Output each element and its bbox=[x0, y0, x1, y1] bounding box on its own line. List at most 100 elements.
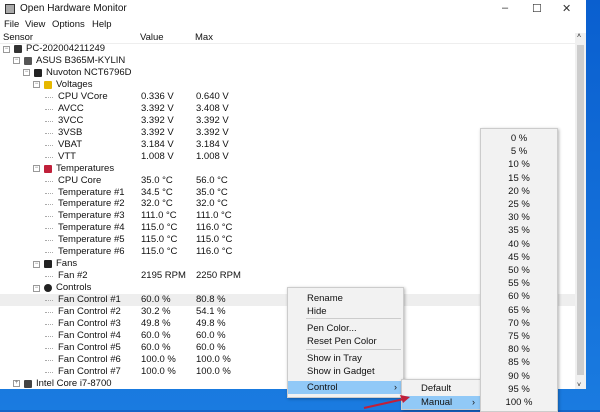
context-menu-item[interactable]: Hide bbox=[288, 305, 403, 318]
tree-row[interactable]: − ASUS B365M-KYLIN bbox=[0, 55, 575, 67]
percent-option[interactable]: 55 % bbox=[481, 277, 557, 290]
tree-label: Temperatures bbox=[56, 162, 115, 174]
tree-connector bbox=[45, 371, 53, 373]
tree-connector bbox=[45, 252, 53, 254]
percent-option[interactable]: 60 % bbox=[481, 290, 557, 303]
tree-label: ASUS B365M-KYLIN bbox=[36, 54, 126, 66]
tree-row[interactable]: CPU VCore 0.336 V 0.640 V bbox=[0, 91, 575, 103]
context-menu-item[interactable]: Show in Tray bbox=[288, 352, 403, 365]
menu-item-label: Show in Gadget bbox=[307, 366, 375, 377]
sensor-value: 115.0 °C bbox=[141, 222, 178, 234]
sensor-value: 60.0 % bbox=[141, 294, 171, 306]
chip-icon bbox=[34, 68, 42, 77]
sensor-name: Fan Control #6 bbox=[58, 353, 121, 365]
sensor-value: 3.392 V bbox=[141, 126, 174, 138]
percent-option[interactable]: 95 % bbox=[481, 383, 557, 396]
context-menu-item[interactable]: Show in Gadget bbox=[288, 365, 403, 378]
menu-item-label: Reset Pen Color bbox=[307, 336, 377, 347]
menu-item-label: Control bbox=[307, 382, 338, 393]
column-max[interactable]: Max bbox=[195, 32, 213, 43]
manual-percent-submenu: 0 % 5 % 10 % 15 % 20 % 25 % 30 % 35 % 40 % 45 % 50… bbox=[480, 128, 558, 412]
sensor-value: 30.2 % bbox=[141, 306, 171, 318]
column-sensor[interactable]: Sensor bbox=[3, 32, 33, 43]
percent-option[interactable]: 20 % bbox=[481, 185, 557, 198]
tree-label: PC-202004211249 bbox=[26, 43, 106, 54]
collapse-icon[interactable]: − bbox=[3, 45, 10, 53]
sensor-max: 3.184 V bbox=[196, 138, 229, 150]
sensor-value: 3.392 V bbox=[141, 102, 174, 114]
sensor-name: 3VCC bbox=[58, 114, 84, 126]
tree-row[interactable]: − Voltages bbox=[0, 79, 575, 91]
sensor-max: 1.008 V bbox=[196, 150, 229, 162]
tree-connector bbox=[45, 336, 53, 338]
tree-label: Controls bbox=[56, 282, 92, 294]
scrollbar-thumb[interactable] bbox=[577, 45, 584, 375]
sensor-name: Temperature #5 bbox=[58, 234, 125, 246]
context-menu-item[interactable]: Pen Color... bbox=[288, 322, 403, 335]
percent-option[interactable]: 15 % bbox=[481, 172, 557, 185]
percent-option[interactable]: 10 % bbox=[481, 158, 557, 171]
control-knob-icon bbox=[44, 284, 52, 293]
percent-option[interactable]: 75 % bbox=[481, 330, 557, 343]
percent-option[interactable]: 80 % bbox=[481, 343, 557, 356]
percent-option[interactable]: 0 % bbox=[481, 132, 557, 145]
sensor-max: 0.640 V bbox=[196, 90, 229, 102]
sensor-max: 115.0 °C bbox=[196, 234, 233, 246]
sensor-name: AVCC bbox=[58, 102, 84, 114]
tree-row[interactable]: − PC-202004211249 bbox=[0, 43, 575, 55]
sensor-value: 0.336 V bbox=[141, 90, 174, 102]
sensor-value: 1.008 V bbox=[141, 150, 174, 162]
minimize-button[interactable]: – bbox=[502, 2, 508, 14]
sensor-name: Temperature #6 bbox=[58, 246, 125, 258]
menu-help[interactable]: Help bbox=[92, 19, 112, 30]
scroll-up-icon[interactable]: ˄ bbox=[577, 33, 581, 40]
percent-option[interactable]: 90 % bbox=[481, 370, 557, 383]
collapse-icon[interactable]: − bbox=[33, 165, 40, 173]
percent-option[interactable]: 100 % bbox=[481, 396, 557, 409]
percent-option[interactable]: 35 % bbox=[481, 224, 557, 237]
menu-file[interactable]: File bbox=[4, 19, 19, 30]
collapse-icon[interactable]: − bbox=[33, 81, 40, 89]
vertical-scrollbar[interactable]: ˄ ˅ bbox=[575, 33, 586, 389]
sensor-name: Fan Control #7 bbox=[58, 365, 121, 377]
tree-connector bbox=[45, 240, 53, 242]
sensor-value: 34.5 °C bbox=[141, 186, 173, 198]
tree-row[interactable]: − Nuvoton NCT6796D bbox=[0, 67, 575, 79]
collapse-icon[interactable]: − bbox=[33, 260, 40, 268]
lightning-icon bbox=[44, 80, 52, 89]
sensor-name: Fan Control #2 bbox=[58, 306, 121, 318]
percent-option[interactable]: 85 % bbox=[481, 356, 557, 369]
percent-option[interactable]: 50 % bbox=[481, 264, 557, 277]
close-button[interactable]: ✕ bbox=[562, 2, 571, 15]
percent-option[interactable]: 25 % bbox=[481, 198, 557, 211]
tree-connector bbox=[45, 156, 53, 158]
tree-row[interactable]: 3VCC 3.392 V 3.392 V bbox=[0, 115, 575, 127]
sensor-name: Fan Control #1 bbox=[58, 294, 121, 306]
percent-option[interactable]: 5 % bbox=[481, 145, 557, 158]
collapse-icon[interactable]: − bbox=[13, 57, 20, 65]
context-menu-item[interactable]: Reset Pen Color bbox=[288, 335, 403, 348]
percent-option[interactable]: 45 % bbox=[481, 251, 557, 264]
sensor-value: 111.0 °C bbox=[141, 210, 177, 222]
percent-option[interactable]: 30 % bbox=[481, 211, 557, 224]
menu-view[interactable]: View bbox=[25, 19, 45, 30]
maximize-button[interactable]: ☐ bbox=[532, 2, 542, 15]
column-value[interactable]: Value bbox=[140, 32, 164, 43]
context-menu-item[interactable]: Rename bbox=[288, 292, 403, 305]
scroll-down-icon[interactable]: ˅ bbox=[577, 382, 581, 389]
menu-options[interactable]: Options bbox=[52, 19, 85, 30]
percent-option[interactable]: 40 % bbox=[481, 238, 557, 251]
menu-item-label: Hide bbox=[307, 306, 327, 317]
sensor-max: 80.8 % bbox=[196, 294, 226, 306]
sensor-max: 100.0 % bbox=[196, 353, 231, 365]
sensor-name: Fan Control #3 bbox=[58, 318, 121, 330]
sensor-value: 32.0 °C bbox=[141, 198, 173, 210]
tree-row[interactable]: AVCC 3.392 V 3.408 V bbox=[0, 103, 575, 115]
expand-icon[interactable]: + bbox=[13, 380, 20, 388]
collapse-icon[interactable]: − bbox=[33, 284, 40, 292]
sensor-value: 115.0 °C bbox=[141, 234, 178, 246]
tree-connector bbox=[45, 132, 53, 134]
percent-option[interactable]: 65 % bbox=[481, 304, 557, 317]
percent-option[interactable]: 70 % bbox=[481, 317, 557, 330]
collapse-icon[interactable]: − bbox=[23, 69, 30, 77]
